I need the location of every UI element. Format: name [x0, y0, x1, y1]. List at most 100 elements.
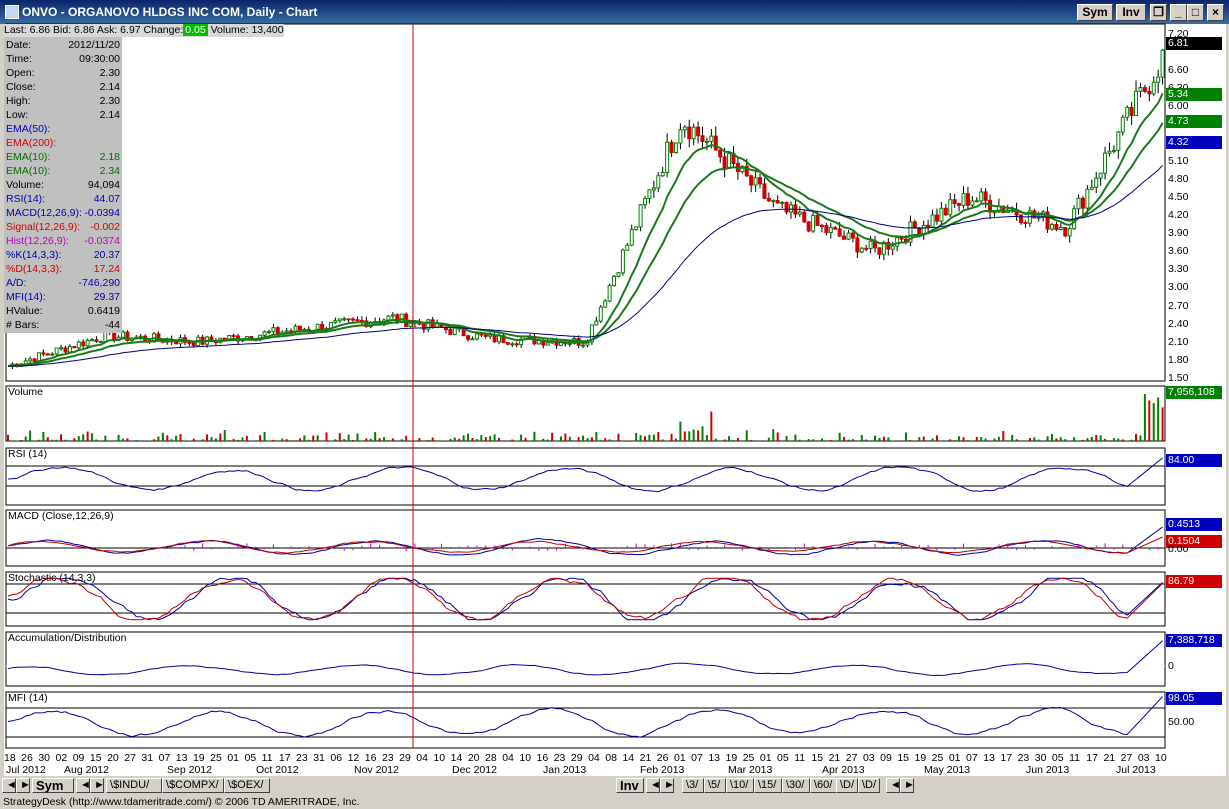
volume-quote: Volume: 13,400 [210, 24, 284, 36]
candle-body [1049, 224, 1054, 230]
volume-bar [860, 435, 863, 441]
info-row: HValue: 0.6419 [6, 305, 120, 318]
candle-body [700, 135, 705, 143]
candle-body [505, 342, 510, 345]
volume-bar [590, 437, 593, 441]
candle-body [1019, 214, 1024, 224]
volume-bar [356, 433, 359, 441]
volume-bar [245, 435, 248, 441]
interval-D[interactable]: \D/ [836, 778, 858, 793]
x-month-label: May 2013 [924, 764, 971, 776]
x-day-label: 23 [553, 752, 566, 764]
info-row: Hist(12,26,9): -0.0374 [6, 235, 120, 248]
candle-body [45, 353, 50, 356]
price-tick-label: 2.10 [1168, 335, 1189, 348]
sym-tab[interactable]: Sym [32, 778, 74, 793]
candle-body [514, 343, 519, 346]
volume-bar [228, 440, 231, 441]
volume-bar [281, 438, 284, 441]
volume-bar [383, 437, 386, 441]
volume-bar [511, 439, 514, 441]
tab-indu[interactable]: \$INDU/ [106, 778, 162, 793]
candle-body [191, 342, 196, 347]
tab-oex[interactable]: \$OEX/ [224, 778, 270, 793]
volume-bar [135, 440, 138, 441]
candle-body [594, 320, 599, 326]
candle-body [983, 191, 988, 201]
interval-15[interactable]: \15/ [754, 778, 782, 793]
volume-bar [617, 433, 620, 441]
volume-bar [374, 432, 377, 441]
volume-bar [214, 438, 217, 441]
volume-bar [352, 440, 355, 441]
interval-D[interactable]: \D/ [858, 778, 880, 793]
interval-next-icon[interactable]: ► [900, 778, 915, 793]
info-row: A/D: -746,290 [6, 277, 120, 290]
volume-bar [648, 434, 651, 441]
interval-30[interactable]: \30/ [782, 778, 810, 793]
candle-body [722, 156, 727, 169]
x-month-label: Aug 2012 [64, 764, 109, 776]
info-key: High: [6, 95, 31, 107]
next-tab-icon[interactable]: ► [90, 778, 105, 793]
candle-body [275, 327, 280, 335]
panel-title-ad: Accumulation/Distribution [8, 632, 127, 644]
inv-prev-icon[interactable]: ◄ [646, 778, 661, 793]
tab-compx[interactable]: \$COMPX/ [162, 778, 224, 793]
volume-bar [533, 431, 536, 441]
data-window: Date: 2012/11/20 Time: 09:30:00 Open: 2.30 Clo… [4, 37, 122, 333]
inv-tab[interactable]: Inv [616, 778, 644, 793]
candle-body [81, 341, 86, 347]
volume-bar [219, 433, 222, 441]
change-label: Change: [143, 24, 184, 36]
x-day-label: 09 [72, 752, 85, 764]
volume-bar [1112, 438, 1115, 441]
candle-body [766, 197, 771, 202]
volume-bar [551, 432, 554, 441]
info-row: Date: 2012/11/20 [6, 39, 120, 52]
interval-5[interactable]: \5/ [704, 778, 726, 793]
volume-bar [471, 437, 474, 441]
volume-bar [316, 435, 319, 441]
price-tick-label: 6.00 [1168, 100, 1189, 113]
interval-60[interactable]: \60/ [810, 778, 838, 793]
scroll-right-icon[interactable]: ► [16, 778, 31, 793]
volume-bar [935, 435, 938, 441]
candle-body [72, 346, 77, 349]
scroll-left-icon[interactable]: ◄ [2, 778, 17, 793]
candle-body [1036, 216, 1041, 219]
candle-body [94, 339, 99, 343]
volume-bar [60, 434, 63, 441]
x-month-label: Apr 2013 [822, 764, 865, 776]
price-chart[interactable] [0, 0, 1229, 809]
info-value: 2.30 [99, 95, 120, 107]
interval-prev-icon[interactable]: ◄ [886, 778, 901, 793]
candle-body [824, 225, 829, 233]
volume-bar [206, 434, 209, 441]
prev-tab-icon[interactable]: ◄ [76, 778, 91, 793]
volume-bar [1055, 438, 1058, 441]
inv-next-icon[interactable]: ► [660, 778, 675, 793]
panel-title-stoch: Stochastic (14,3,3) [8, 572, 96, 584]
interval-10[interactable]: \10/ [726, 778, 754, 793]
candle-body [895, 237, 900, 247]
info-row: MACD(12,26,9): -0.0394 [6, 207, 120, 220]
candle-body [1089, 186, 1094, 190]
volume-bar [1064, 439, 1067, 441]
candle-body [643, 198, 648, 206]
value-tag-stoch: 86.79 [1166, 575, 1222, 588]
x-day-label: 27 [845, 752, 858, 764]
info-value: -0.002 [90, 221, 120, 233]
volume-bar [91, 433, 94, 441]
x-day-label: 13 [708, 752, 721, 764]
candle-body [784, 201, 789, 213]
interval-3[interactable]: \3/ [682, 778, 704, 793]
volume-bar [192, 438, 195, 441]
volume-bar [657, 432, 660, 441]
x-day-label: 17 [1086, 752, 1098, 764]
bid-price: Bid: 6.86 [53, 24, 95, 36]
volume-bar [582, 435, 585, 441]
candle-body [934, 214, 939, 222]
info-key: RSI(14): [6, 193, 46, 205]
x-day-label: 04 [502, 752, 514, 764]
